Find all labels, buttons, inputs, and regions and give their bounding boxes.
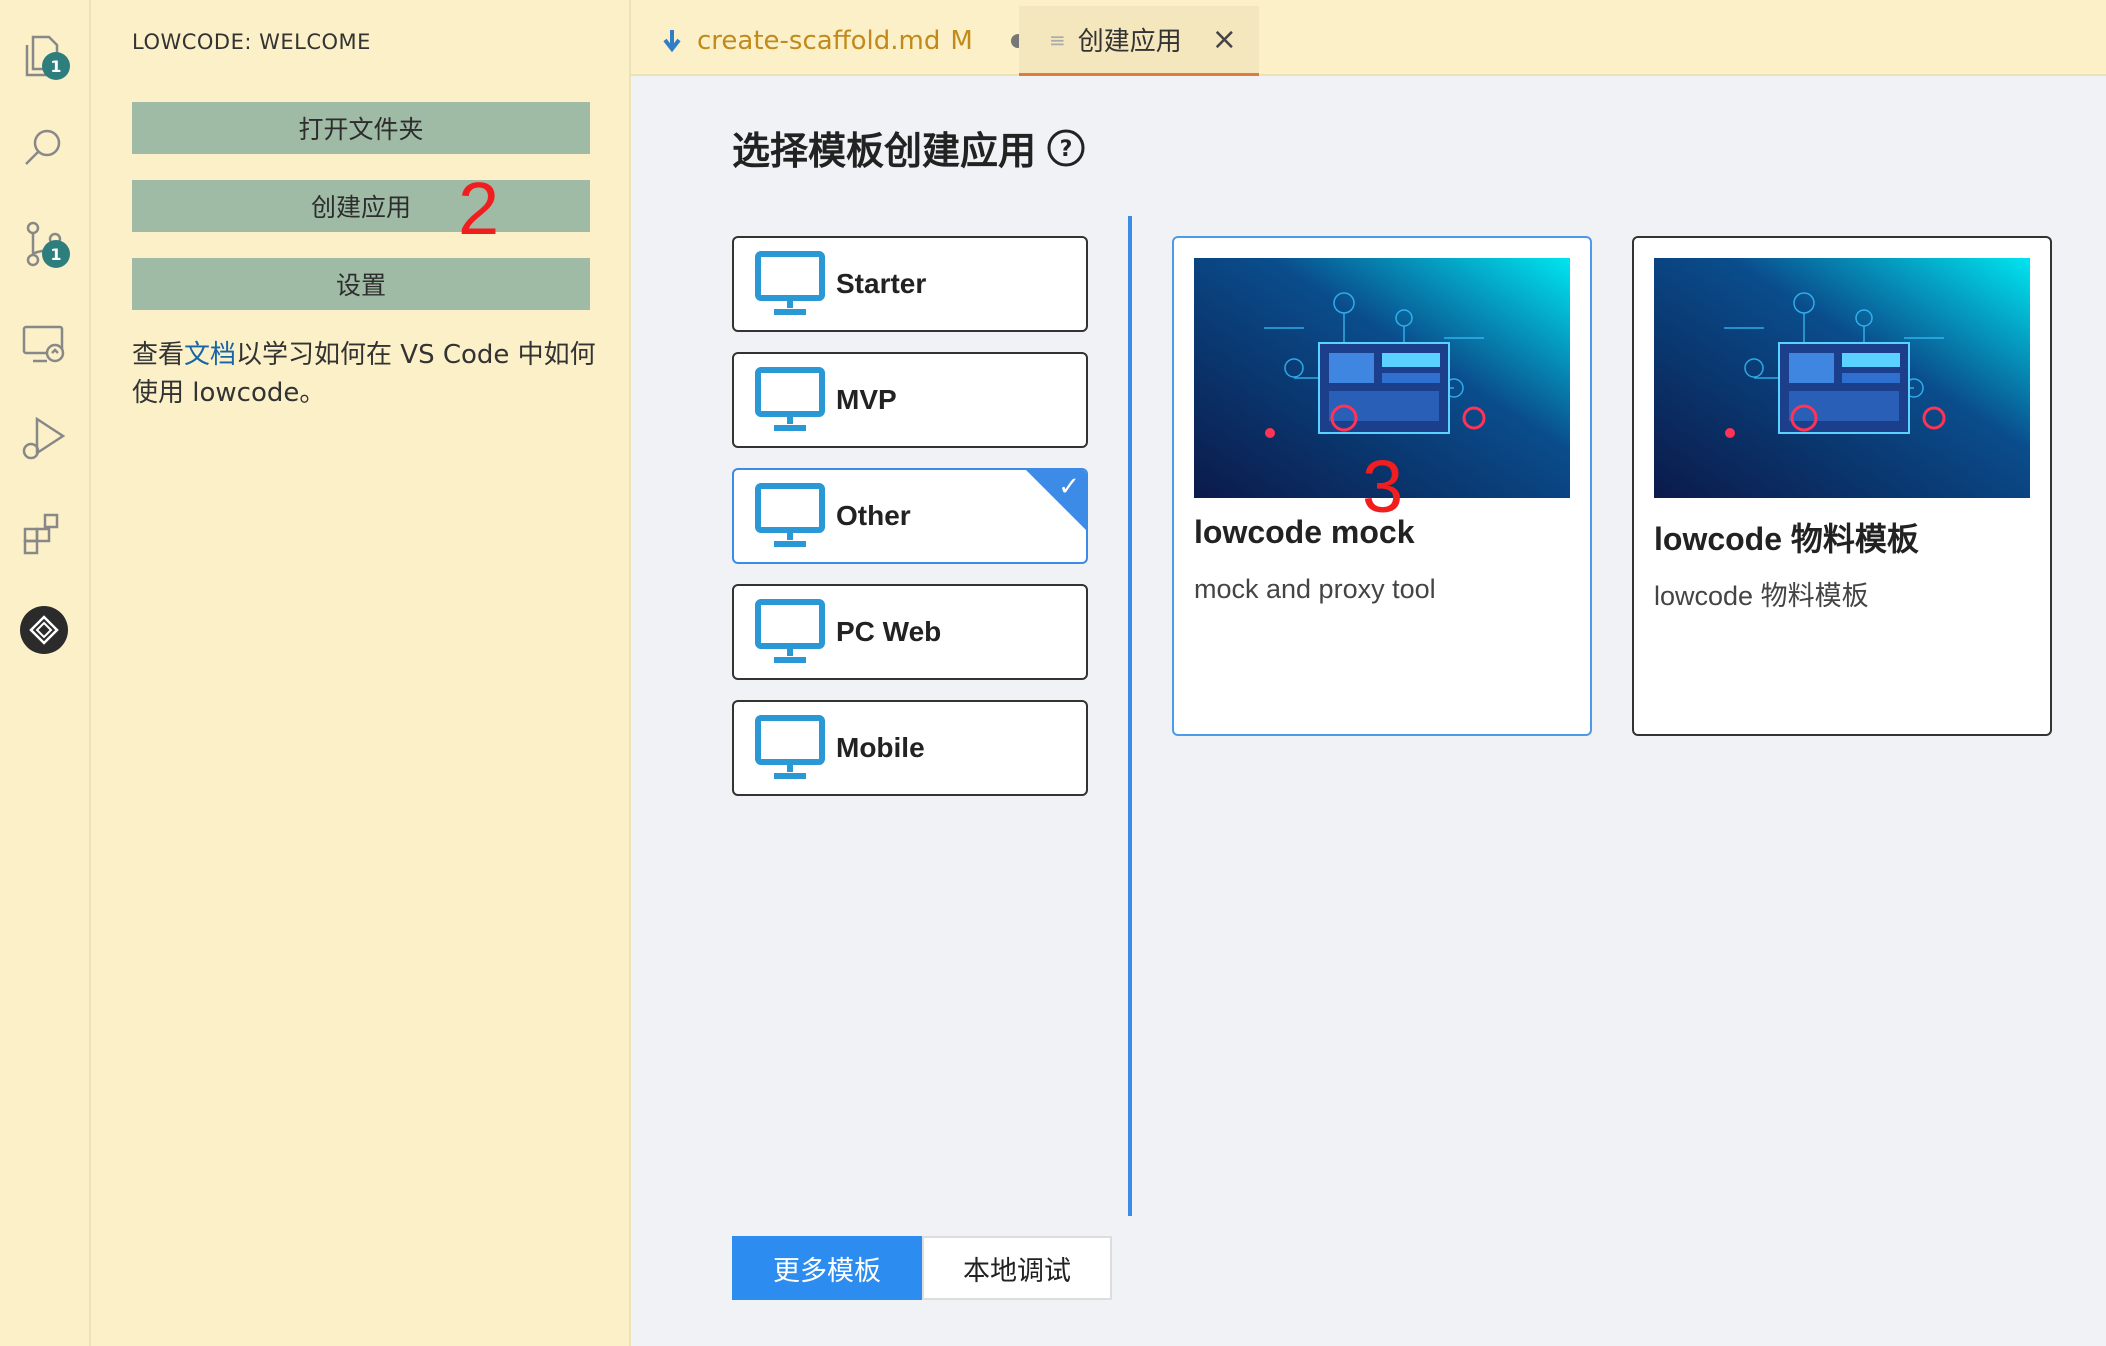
- search-icon[interactable]: [18, 122, 70, 174]
- sidebar-title: LOWCODE: WELCOME: [132, 30, 371, 54]
- annotation-3: 3: [1362, 445, 1404, 528]
- tab-create-app[interactable]: ≡ 创建应用 ×: [1019, 6, 1259, 76]
- tab-create-app-label: 创建应用: [1077, 27, 1182, 57]
- source-control-badge: 1: [42, 240, 70, 268]
- activity-bar: 1 1 1: [0, 0, 133, 1346]
- category-label: PC Web: [836, 616, 942, 647]
- settings-button[interactable]: 设置: [132, 258, 590, 310]
- docs-link[interactable]: 文档: [184, 340, 236, 370]
- local-debug-button[interactable]: 本地调试: [922, 1236, 1112, 1300]
- run-debug-icon[interactable]: [18, 412, 70, 464]
- template-title: lowcode 物料模板: [1654, 521, 1919, 557]
- file-lines-icon: ≡: [1049, 27, 1066, 52]
- tab-create-scaffold-label: create-scaffold.md: [697, 26, 941, 56]
- help-icon[interactable]: ?: [1046, 128, 1086, 168]
- open-folder-button[interactable]: 打开文件夹: [132, 102, 590, 154]
- category-mobile[interactable]: Mobile: [732, 700, 1088, 796]
- extensions-icon[interactable]: [18, 506, 70, 558]
- explorer-badge: 1: [42, 52, 70, 80]
- page-title-text: 选择模板创建应用: [732, 129, 1037, 173]
- category-label: Starter: [836, 268, 927, 299]
- explorer-icon[interactable]: 1: [18, 30, 70, 82]
- docs-hint-prefix: 查看: [132, 340, 185, 370]
- monitor-icon: [755, 251, 825, 315]
- template-thumbnail: [1654, 258, 2030, 498]
- category-other[interactable]: Other ✓: [732, 468, 1088, 564]
- markdown-arrow-icon: [663, 30, 681, 53]
- category-starter[interactable]: Starter: [732, 236, 1088, 332]
- source-control-icon[interactable]: 1: [18, 218, 70, 270]
- more-templates-button[interactable]: 更多模板: [732, 1236, 922, 1300]
- page-title: 选择模板创建应用 ?: [732, 120, 1086, 175]
- monitor-icon: [755, 367, 825, 431]
- tab-create-scaffold[interactable]: create-scaffold.md M: [661, 6, 1025, 76]
- close-icon[interactable]: ×: [1212, 22, 1237, 57]
- template-card-lowcode-materials[interactable]: lowcode 物料模板 lowcode 物料模板: [1632, 236, 2052, 736]
- create-app-button[interactable]: 创建应用: [132, 180, 590, 232]
- category-label: Mobile: [836, 732, 925, 763]
- template-desc: lowcode 物料模板: [1654, 581, 1869, 611]
- sidebar: LOWCODE: WELCOME 打开文件夹 创建应用 设置 查看文档以学习如何…: [91, 0, 631, 1346]
- tab-bar: create-scaffold.md M ≡ 创建应用 ×: [631, 0, 2106, 76]
- svg-text:?: ?: [1060, 137, 1073, 162]
- category-label: MVP: [836, 384, 897, 415]
- category-mvp[interactable]: MVP: [732, 352, 1088, 448]
- monitor-icon: [755, 483, 825, 547]
- template-desc: mock and proxy tool: [1194, 574, 1436, 604]
- lowcode-icon[interactable]: [18, 604, 70, 656]
- modified-marker: M: [950, 26, 973, 56]
- monitor-icon: [755, 715, 825, 779]
- vertical-divider: [1128, 216, 1132, 1216]
- category-pc-web[interactable]: PC Web: [732, 584, 1088, 680]
- category-label: Other: [836, 500, 911, 531]
- monitor-icon: [755, 599, 825, 663]
- template-card-lowcode-mock[interactable]: lowcode mock mock and proxy tool 3: [1172, 236, 1592, 736]
- docs-hint: 查看文档以学习如何在 VS Code 中如何使用 lowcode。: [132, 336, 602, 412]
- annotation-2: 2: [458, 167, 500, 250]
- check-icon: ✓: [1058, 472, 1080, 502]
- remote-explorer-icon[interactable]: [18, 318, 70, 370]
